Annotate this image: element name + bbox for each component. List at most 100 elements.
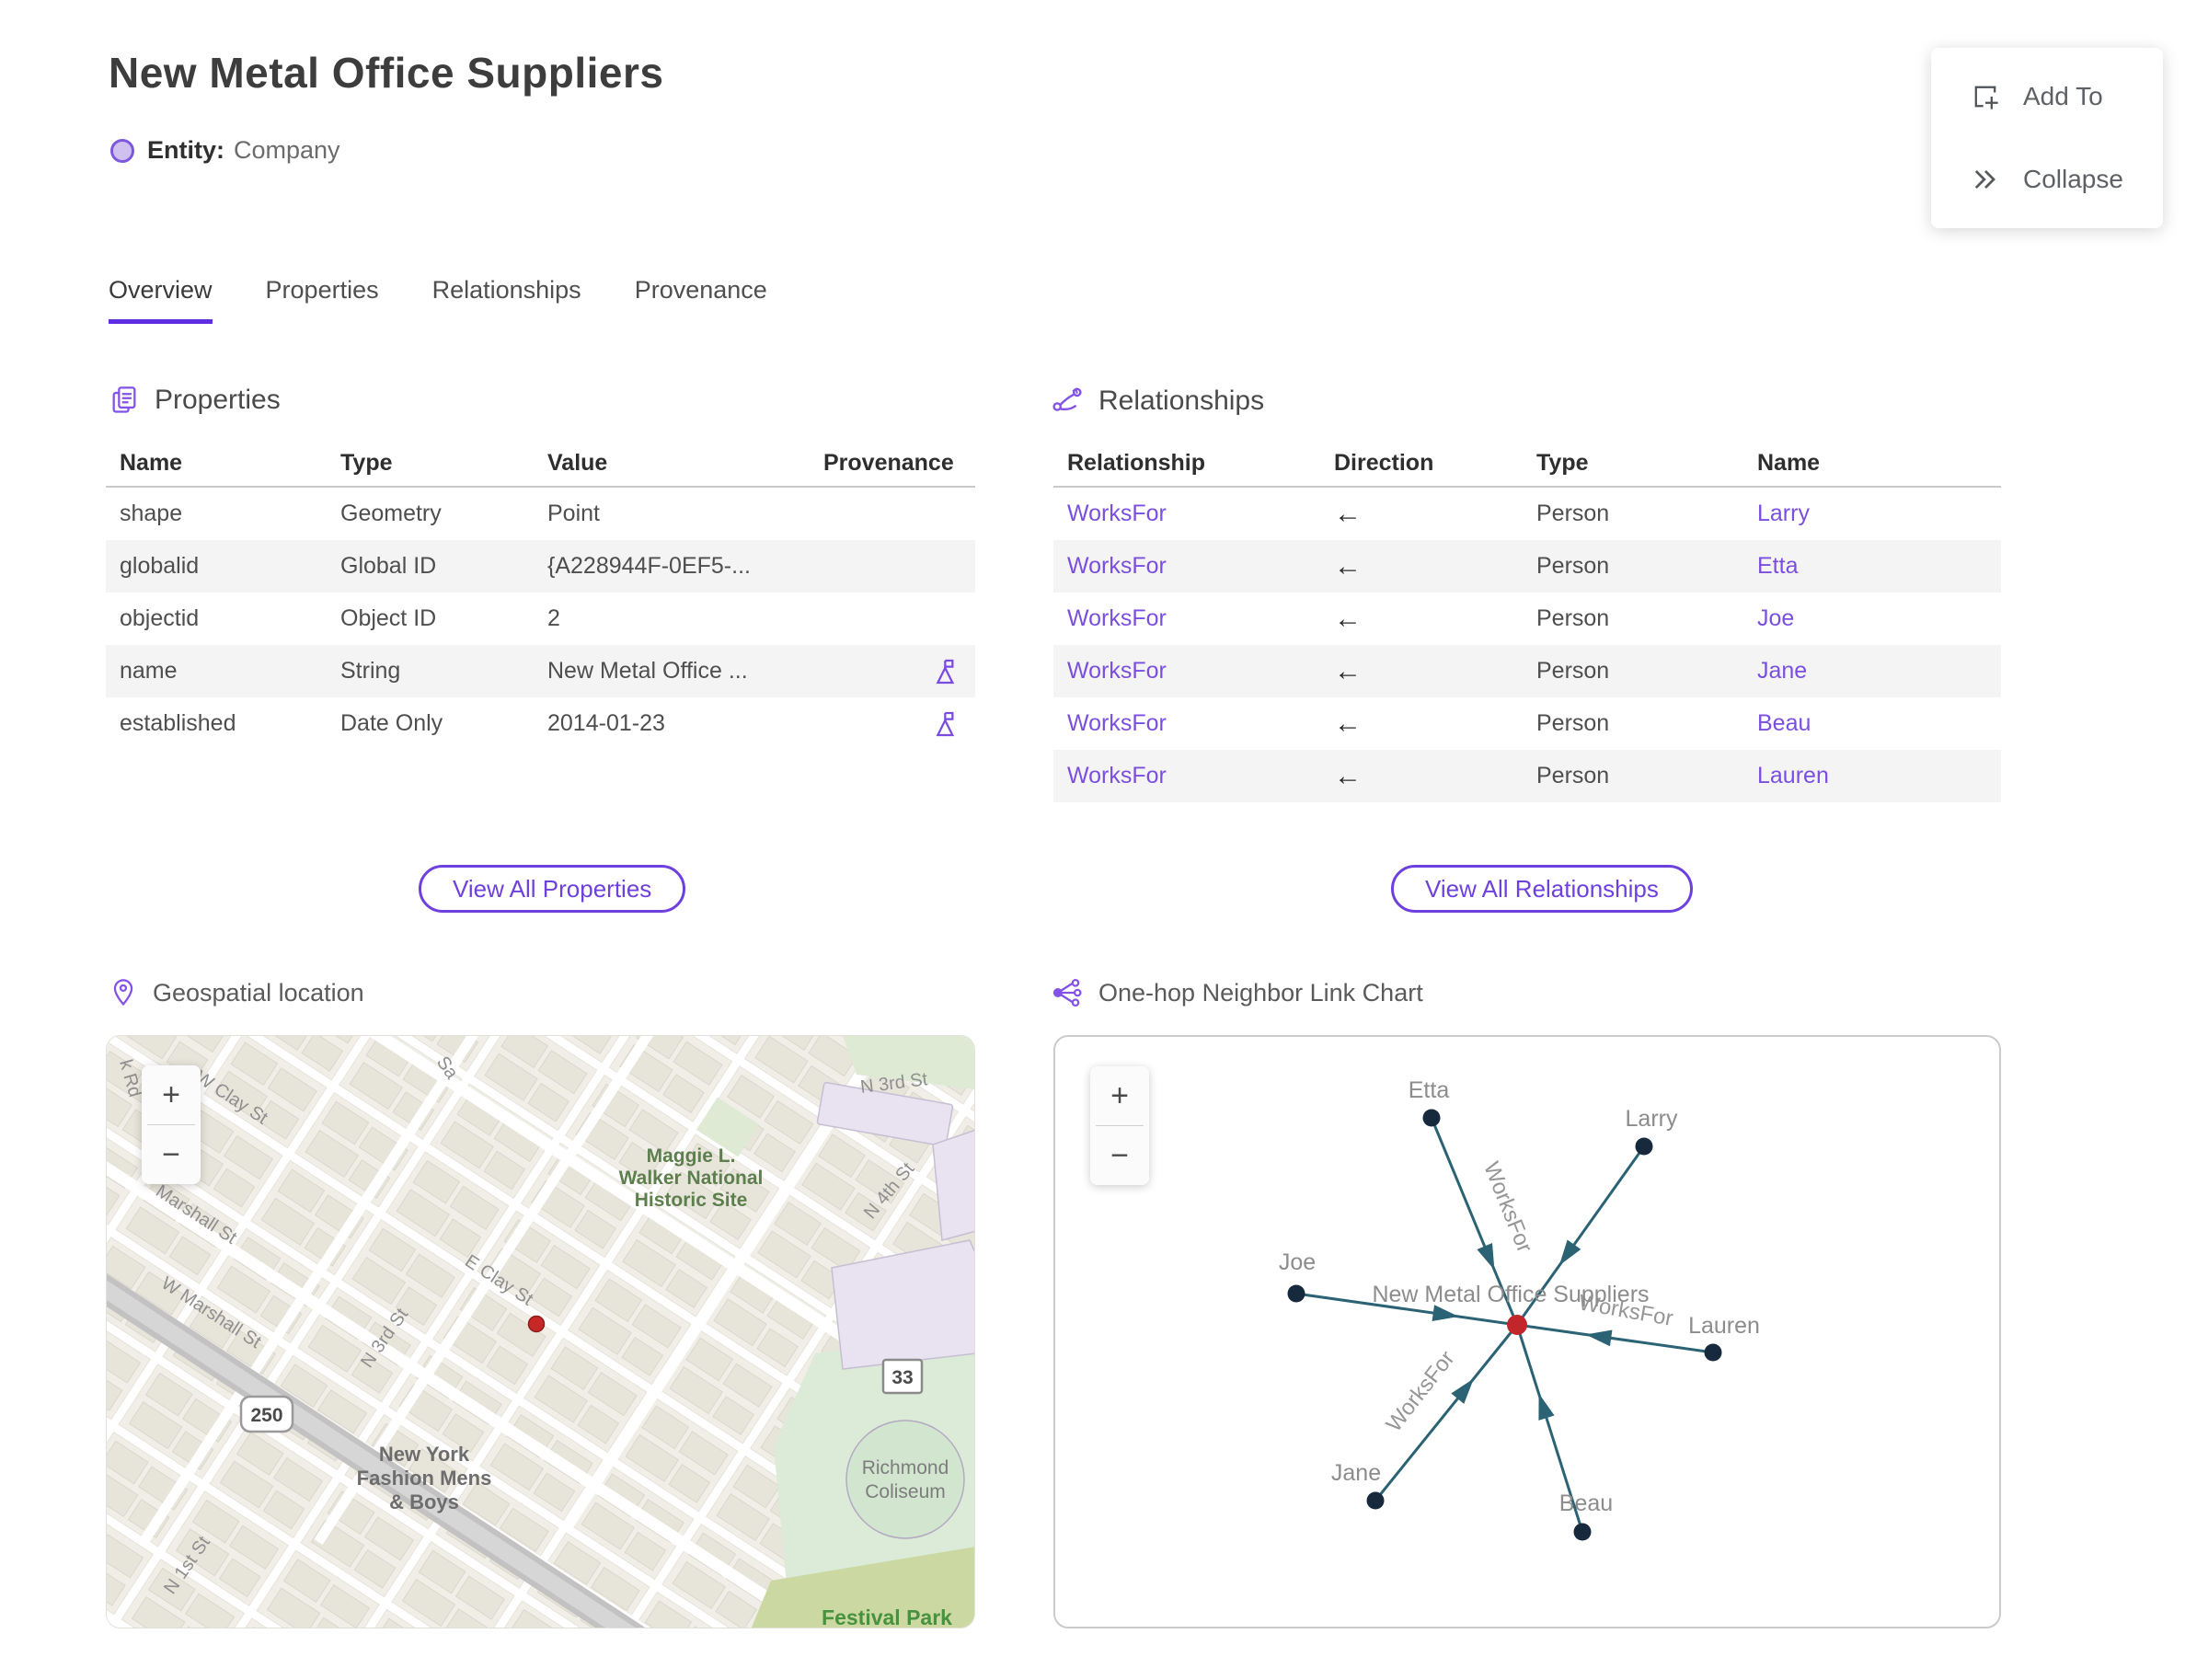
table-row: name String New Metal Office ... (106, 645, 975, 697)
svg-text:Maggie L.: Maggie L. (647, 1145, 736, 1167)
add-to-icon (1974, 86, 1998, 109)
tab-overview[interactable]: Overview (109, 276, 213, 324)
map-festival-park-label: Festival Park (822, 1605, 952, 1628)
relationship-link[interactable]: WorksFor (1067, 710, 1334, 737)
entity-name-link[interactable]: Beau (1757, 710, 2001, 737)
relationship-link[interactable]: WorksFor (1067, 658, 1334, 685)
svg-text:Historic Site: Historic Site (635, 1190, 748, 1211)
chart-zoom-control: + − (1090, 1066, 1149, 1185)
entity-name-link[interactable]: Lauren (1757, 763, 2001, 789)
relationships-table: Relationship Direction Type Name WorksFo… (1053, 440, 2001, 802)
tab-bar: Overview Properties Relationships Proven… (109, 276, 767, 324)
svg-text:33: 33 (891, 1367, 913, 1388)
page-title: New Metal Office Suppliers (109, 49, 664, 97)
properties-section-header: Properties (109, 385, 281, 416)
node-joe (1287, 1284, 1305, 1303)
direction-arrow: ← (1334, 760, 1362, 791)
svg-text:WorksFor: WorksFor (1382, 1346, 1460, 1436)
table-row: shape Geometry Point (120, 501, 600, 526)
svg-text:250: 250 (250, 1405, 282, 1426)
route-shield-250: 250 (239, 1395, 294, 1433)
chevrons-right-icon (1974, 169, 1995, 190)
relationships-icon (1052, 387, 1082, 411)
collapse-button[interactable]: Collapse (1931, 138, 2163, 221)
entity-name-link[interactable]: Jane (1757, 658, 2001, 685)
relationship-link[interactable]: WorksFor (1067, 553, 1334, 580)
chart-zoom-out-button[interactable]: − (1090, 1126, 1149, 1185)
table-row: WorksFor ← Person Etta (1053, 540, 2001, 593)
tab-properties[interactable]: Properties (266, 276, 379, 324)
relationships-table-header: Relationship Direction Type Name (1053, 440, 2001, 488)
node-labels: Etta Larry Joe Lauren Jane Beau New Meta… (1279, 1077, 1760, 1516)
center-node[interactable] (1507, 1315, 1527, 1335)
linkchart-section-header: One-hop Neighbor Link Chart (1051, 977, 1423, 1008)
svg-text:& Boys: & Boys (389, 1490, 459, 1513)
route-shield-33: 33 (881, 1358, 924, 1395)
node-etta (1422, 1109, 1441, 1127)
relationships-section-header: Relationships (1051, 385, 1264, 418)
node-larry (1635, 1137, 1653, 1156)
link-chart-icon (1052, 979, 1082, 1007)
node-lauren (1704, 1343, 1722, 1362)
provenance-flag-icon[interactable] (934, 709, 961, 739)
svg-text:Beau: Beau (1559, 1490, 1613, 1516)
relationship-link[interactable]: WorksFor (1067, 605, 1334, 632)
geospatial-map[interactable]: k Rd W Clay St Sa N 3rd St N 4th St E Cl… (106, 1035, 975, 1628)
direction-arrow: ← (1334, 655, 1362, 686)
svg-text:WorksFor: WorksFor (1478, 1158, 1537, 1256)
relationship-link[interactable]: WorksFor (1067, 501, 1334, 527)
add-to-label: Add To (2023, 82, 2103, 110)
properties-icon (112, 386, 136, 413)
svg-text:Walker National: Walker National (619, 1168, 764, 1189)
properties-table: Name Type Value Provenance shape Geometr… (106, 440, 975, 750)
table-row: objectid Object ID 2 (120, 605, 560, 631)
actions-card: Add To Collapse (1931, 48, 2163, 228)
tab-relationships[interactable]: Relationships (432, 276, 581, 324)
svg-text:Larry: Larry (1626, 1106, 1678, 1132)
table-row: WorksFor ← Person Joe (1053, 593, 2001, 645)
map-canvas[interactable]: k Rd W Clay St Sa N 3rd St N 4th St E Cl… (107, 1036, 975, 1628)
map-pin-icon (113, 979, 133, 1007)
table-row: WorksFor ← Person Jane (1053, 645, 2001, 697)
link-chart-canvas[interactable]: WorksFor WorksFor WorksFor Etta Larry Jo… (1055, 1037, 1999, 1627)
entity-name-link[interactable]: Etta (1757, 553, 2001, 580)
svg-text:Fashion Mens: Fashion Mens (357, 1467, 492, 1490)
direction-arrow: ← (1334, 498, 1362, 529)
svg-text:Coliseum: Coliseum (865, 1481, 946, 1502)
node-beau (1573, 1523, 1592, 1541)
svg-text:Joe: Joe (1279, 1249, 1316, 1275)
table-row: globalid Global ID {A228944F-0EF5-... (106, 540, 975, 593)
relationships-section-title: Relationships (1098, 385, 1265, 416)
collapse-label: Collapse (2023, 165, 2123, 193)
svg-text:Etta: Etta (1409, 1077, 1450, 1103)
map-zoom-out-button[interactable]: − (142, 1125, 201, 1184)
entity-type-icon (110, 138, 134, 163)
svg-text:New York: New York (379, 1443, 470, 1466)
table-row: WorksFor ← Person Larry (1053, 488, 2001, 540)
geospatial-section-header: Geospatial location (109, 977, 364, 1008)
table-row: established Date Only 2014-01-23 (106, 697, 975, 750)
chart-zoom-in-button[interactable]: + (1090, 1066, 1149, 1125)
link-chart[interactable]: WorksFor WorksFor WorksFor Etta Larry Jo… (1053, 1035, 2001, 1628)
map-zoom-in-button[interactable]: + (142, 1065, 201, 1124)
entity-location-marker[interactable] (527, 1315, 546, 1333)
entity-name-link[interactable]: Joe (1757, 605, 2001, 632)
center-node-label: New Metal Office Suppliers (1372, 1282, 1649, 1307)
add-to-button[interactable]: Add To (1931, 55, 2163, 138)
properties-table-header: Name Type Value Provenance (106, 440, 975, 488)
provenance-flag-icon[interactable] (934, 657, 961, 686)
tab-provenance[interactable]: Provenance (635, 276, 767, 324)
entity-name-link[interactable]: Larry (1757, 501, 2001, 527)
view-all-relationships-button[interactable]: View All Relationships (1391, 865, 1693, 913)
view-all-properties-button[interactable]: View All Properties (419, 865, 686, 913)
relationship-link[interactable]: WorksFor (1067, 763, 1334, 789)
entity-row: Entity: Company (110, 136, 340, 165)
direction-arrow: ← (1334, 603, 1362, 634)
table-row: WorksFor ← Person Beau (1053, 697, 2001, 750)
direction-arrow: ← (1334, 550, 1362, 581)
direction-arrow: ← (1334, 708, 1362, 739)
entity-label: Entity: (147, 136, 224, 164)
entity-detail-page: New Metal Office Suppliers Entity: Compa… (0, 0, 2208, 1680)
map-zoom-control: + − (142, 1065, 201, 1184)
svg-text:Jane: Jane (1331, 1460, 1381, 1486)
